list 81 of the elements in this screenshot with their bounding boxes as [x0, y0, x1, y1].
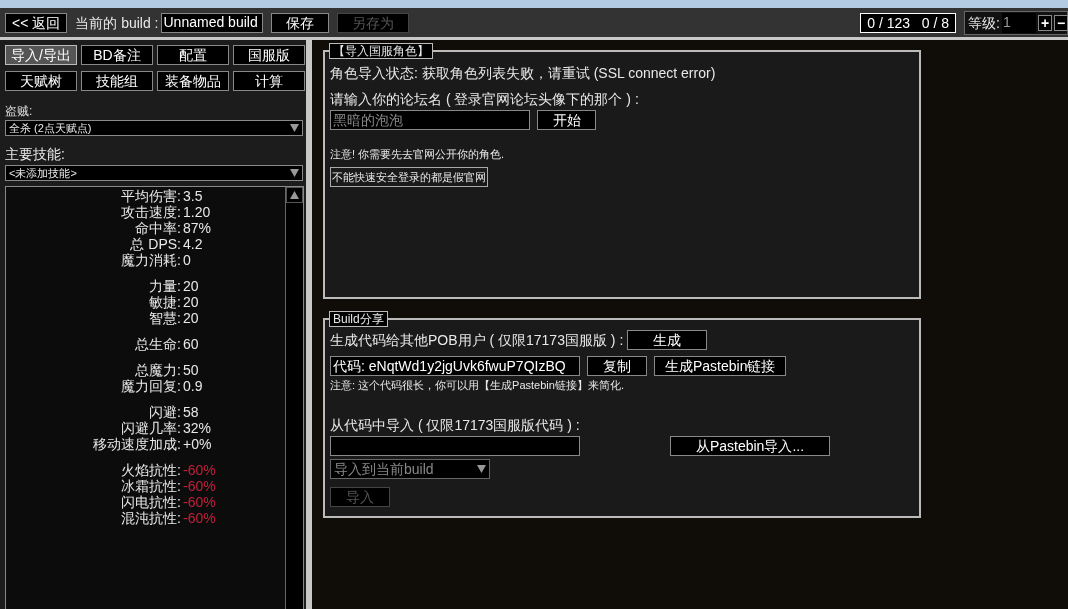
scroll-up-button[interactable]: [286, 187, 303, 203]
stat-value: 20: [182, 310, 200, 326]
stat-value: 87%: [182, 220, 213, 236]
generate-label: 生成代码给其他POB用户 ( 仅限17173国服版 ) :: [330, 331, 624, 349]
share-note: 注意: 这个代码很长，你可以用【生成Pastebin链接】来简化.: [330, 378, 625, 393]
import-code-field[interactable]: [330, 436, 580, 456]
generate-button[interactable]: 生成: [626, 330, 707, 350]
stat-label: 魔力消耗:: [120, 252, 181, 268]
scrollbar[interactable]: [285, 187, 303, 609]
stat-label: 智慧:: [148, 310, 181, 326]
build-label: 当前的 build :: [75, 13, 159, 32]
stat-value: 0: [182, 252, 192, 268]
stat-label: 平均伤害:: [120, 188, 181, 204]
stat-label: 闪电抗性:: [120, 494, 181, 510]
stat-label: 冰霜抗性:: [120, 478, 181, 494]
import-prompt: 请输入你的论坛名 ( 登录官网论坛头像下的那个 ) :: [330, 90, 640, 108]
plus-button[interactable]: +: [1037, 14, 1053, 31]
stat-value: -60%: [182, 494, 217, 510]
tab[interactable]: 天赋树: [5, 71, 77, 91]
section-title: Build分享: [329, 311, 388, 327]
stat-value: -60%: [182, 478, 217, 494]
stat-value: 4.2: [182, 236, 204, 252]
tab[interactable]: 计算: [233, 71, 305, 91]
back-button[interactable]: << 返回: [5, 12, 68, 33]
warning-link[interactable]: 不能快速安全登录的都是假官网: [330, 167, 488, 187]
stat-value: 1.20: [182, 204, 212, 220]
tab[interactable]: 配置: [157, 45, 229, 65]
class-select[interactable]: 全杀 (2点天赋点): [5, 120, 303, 136]
import-mode-select[interactable]: 导入到当前build: [330, 459, 490, 479]
stat-label: 总魔力:: [134, 362, 181, 378]
skill-select[interactable]: <未添加技能>: [5, 165, 303, 181]
stat-value: 3.5: [182, 188, 204, 204]
stat-value: +0%: [182, 436, 213, 452]
stat-value: 50: [182, 362, 200, 378]
scroll-up-icon: [290, 191, 299, 199]
stat-label: 攻击速度:: [120, 204, 181, 220]
stat-value: 60: [182, 336, 200, 352]
tab[interactable]: BD备注: [81, 45, 153, 65]
copy-button[interactable]: 复制: [587, 356, 647, 376]
tab[interactable]: 导入/导出: [5, 45, 77, 65]
level-field[interactable]: 1: [1001, 12, 1036, 33]
tab[interactable]: 国服版: [233, 45, 305, 65]
stat-label: 移动速度加成:: [92, 436, 181, 452]
stat-label: 闪避几率:: [120, 420, 181, 436]
stat-label: 闪避:: [148, 404, 181, 420]
import-code-label: 从代码中导入 ( 仅限17173国服版代码 ) :: [330, 416, 581, 434]
stat-value: -60%: [182, 462, 217, 478]
tab[interactable]: 技能组: [81, 71, 153, 91]
stat-label: 总生命:: [134, 336, 181, 352]
pastebin-import-button[interactable]: 从Pastebin导入...: [670, 436, 830, 456]
stat-value: 0.9: [182, 378, 204, 394]
dropdown-arrow-icon: [290, 124, 299, 132]
stat-value: 58: [182, 404, 200, 420]
stat-label: 混沌抗性:: [120, 510, 181, 526]
stat-label: 敏捷:: [148, 294, 181, 310]
class-label: 盗贼:: [5, 103, 34, 120]
save-button[interactable]: 保存: [270, 12, 329, 33]
account-field[interactable]: 黑暗的泡泡: [330, 110, 530, 130]
pastebin-button[interactable]: 生成Pastebin链接: [654, 356, 787, 376]
import-note: 注意! 你需要先去官网公开你的角色.: [330, 147, 506, 162]
stat-value: 32%: [182, 420, 213, 436]
stat-label: 总 DPS:: [129, 236, 181, 252]
dropdown-arrow-icon: [290, 169, 299, 177]
code-field[interactable]: 代码: eNqtWd1y2jgUvk6fwuP7QIzBQ: [330, 356, 580, 376]
minus-button[interactable]: −: [1054, 14, 1068, 31]
skill-label: 主要技能:: [5, 145, 66, 163]
stat-value: 20: [182, 278, 200, 294]
tab[interactable]: 装备物品: [157, 71, 229, 91]
start-button[interactable]: 开始: [537, 110, 596, 130]
stat-label: 魔力回复:: [120, 378, 181, 394]
dropdown-arrow-icon: [477, 465, 486, 473]
stat-value: 20: [182, 294, 200, 310]
import-status: 角色导入状态: 获取角色列表失败，请重试 (SSL connect error): [330, 64, 717, 82]
stat-label: 力量:: [148, 278, 181, 294]
stat-label: 火焰抗性:: [120, 462, 181, 478]
section-title: 【导入国服角色】: [329, 43, 433, 59]
points-counter: 0 / 123 0 / 8: [860, 12, 956, 33]
stat-value: -60%: [182, 510, 217, 526]
build-name-field[interactable]: Unnamed build: [160, 12, 263, 33]
level-label: 等级:: [968, 13, 1000, 32]
stat-label: 命中率:: [134, 220, 181, 236]
